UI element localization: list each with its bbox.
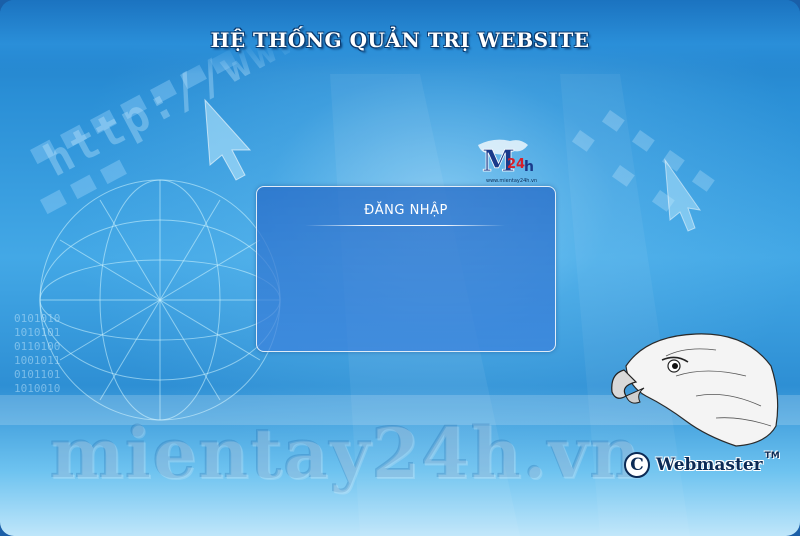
binary-digits: 0101010 1010101 0110100 1001011 0101101 … [14,312,60,396]
login-page: http://www 0101010 1010101 0110100 10010… [0,0,800,536]
binary-row: 1010010 [14,382,61,395]
globe-wireframe-graphic [39,179,281,421]
binary-row: 0101010 [14,312,61,325]
logo-suffix: h [524,159,534,175]
binary-row: 1001011 [14,354,61,367]
page-title: HỆ THỐNG QUẢN TRỊ WEBSITE [210,28,590,52]
logo-icon: M 24 h www.mientay24h.vn [478,139,537,184]
webmaster-label: Webmaster [656,455,763,475]
cursor-arrow-graphic [204,98,252,181]
binary-row: 0101101 [14,368,61,381]
trademark-mark: TM [764,451,780,461]
cursor-arrow-right-graphic [664,158,702,232]
login-title: ĐĂNG NHẬP [364,203,448,218]
logo-number: 24 [507,157,525,172]
login-panel: ĐĂNG NHẬP [256,186,556,352]
webmaster-badge: C Webmaster TM [624,448,780,482]
logo-domain: www.mientay24h.vn [486,178,537,184]
copyright-icon: C [624,452,650,478]
site-logo: M 24 h www.mientay24h.vn [474,135,554,187]
eagle-icon [611,333,779,447]
login-divider [305,225,505,226]
binary-row: 1010101 [14,326,61,339]
binary-row: 0110100 [14,340,61,353]
site-watermark: mientay24h.vn [50,412,642,495]
